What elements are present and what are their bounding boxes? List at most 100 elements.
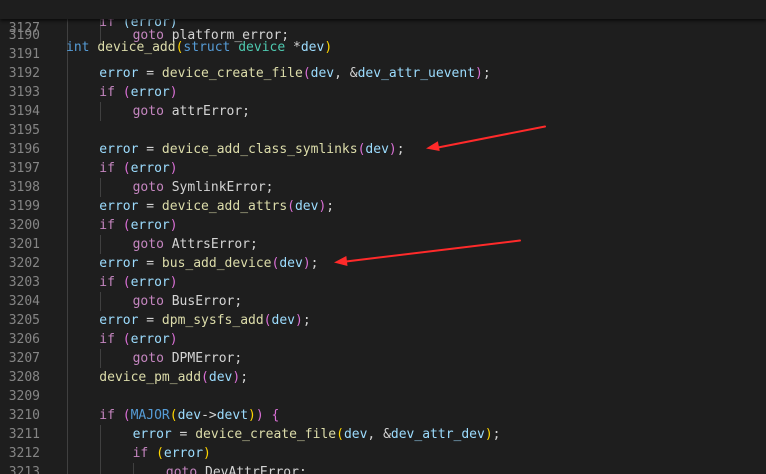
indent-guide <box>66 140 68 159</box>
indent-guide <box>66 406 68 425</box>
code-token: = <box>138 142 162 157</box>
code-token: dev <box>365 142 389 157</box>
code-text: if (error) <box>99 83 177 102</box>
code-text: error = device_add_class_symlinks(dev); <box>99 140 404 159</box>
line-number: 3194 <box>8 104 40 119</box>
code-line[interactable]: 3192 error = device_create_file(dev, &dev… <box>0 64 766 83</box>
code-text: if (error) <box>99 159 177 178</box>
code-token: devt <box>216 408 249 423</box>
code-token: ( <box>263 313 272 328</box>
indent-guide <box>66 387 68 406</box>
code-token: = <box>171 427 196 442</box>
code-token: error <box>130 275 170 290</box>
code-token: if <box>99 275 115 290</box>
code-text: goto attrError; <box>133 102 250 121</box>
code-line[interactable]: 3198 goto SymlinkError; <box>0 178 766 197</box>
indent-guide <box>99 235 101 254</box>
indent-guide <box>66 425 68 444</box>
code-token: error <box>99 66 139 81</box>
code-token: -> <box>201 408 217 423</box>
indent-guide <box>66 64 68 83</box>
code-token: dev <box>279 256 303 271</box>
code-line[interactable]: 3204 goto BusError; <box>0 292 766 311</box>
code-token: = <box>138 313 162 328</box>
line-number: 3197 <box>8 161 40 176</box>
indent-guide <box>66 368 68 387</box>
code-line[interactable]: 3199 error = device_add_attrs(dev); <box>0 197 766 216</box>
code-line[interactable]: 3197 if (error) <box>0 159 766 178</box>
code-line[interactable]: 3208 device_pm_add(dev); <box>0 368 766 387</box>
code-line[interactable]: 3202 error = bus_add_device(dev); <box>0 254 766 273</box>
code-token: DevAttrError; <box>197 465 307 474</box>
code-token: ( <box>122 332 131 347</box>
line-number: 3210 <box>8 408 40 423</box>
code-token: device_create_file <box>161 66 303 81</box>
line-number: 3202 <box>8 256 40 271</box>
code-line[interactable]: 3193 if (error) <box>0 83 766 102</box>
code-line[interactable]: 3200 if (error) <box>0 216 766 235</box>
code-token: SymlinkError; <box>163 180 274 195</box>
code-token: dev <box>300 40 325 55</box>
code-line[interactable]: 3210 if (MAJOR(dev->devt)) { <box>0 406 766 425</box>
line-number: 3206 <box>8 332 40 347</box>
code-token: goto <box>132 180 164 195</box>
code-editor[interactable]: 3127 int device_add(struct device *dev) … <box>0 0 766 474</box>
code-token: dpm_sysfs_add <box>161 313 264 328</box>
code-token: ( <box>122 161 131 176</box>
code-token: ) <box>324 40 333 55</box>
line-number: 3195 <box>8 123 40 138</box>
code-token: error <box>130 332 170 347</box>
code-token: ) <box>169 161 178 176</box>
code-line[interactable]: 3213 goto DevAttrError; <box>0 463 766 474</box>
code-line[interactable]: 3194 goto attrError; <box>0 102 766 121</box>
code-line[interactable]: 3209 <box>0 387 766 406</box>
code-line[interactable]: 3211 error = device_create_file(dev, &dev… <box>0 425 766 444</box>
code-line[interactable]: 3205 error = dpm_sysfs_add(dev); <box>0 311 766 330</box>
code-line[interactable]: 3195 <box>0 121 766 140</box>
code-token: if <box>99 332 115 347</box>
code-text: if (error) <box>133 444 211 463</box>
indent-guide <box>66 463 68 474</box>
indent-guide <box>132 463 134 474</box>
code-token: if <box>99 161 115 176</box>
code-text: goto BusError; <box>133 292 243 311</box>
line-number: 3203 <box>8 275 40 290</box>
code-token: = <box>138 66 162 81</box>
code-text: device_pm_add(dev); <box>99 368 248 387</box>
code-text: if (error) <box>99 330 177 349</box>
code-line[interactable]: 3201 goto AttrsError; <box>0 235 766 254</box>
code-line[interactable]: 3206 if (error) <box>0 330 766 349</box>
code-token: ; <box>492 427 501 442</box>
line-number: 3213 <box>8 465 40 474</box>
indent-guide <box>99 292 101 311</box>
code-token: ; <box>302 313 311 328</box>
line-number: 3198 <box>8 180 40 195</box>
code-text: error = device_add_attrs(dev); <box>99 197 334 216</box>
code-token: ( <box>201 370 209 385</box>
code-token: ) <box>388 142 397 157</box>
line-number: 3205 <box>8 313 40 328</box>
code-line[interactable]: 3196 error = device_add_class_symlinks(de… <box>0 140 766 159</box>
indent-guide <box>66 83 68 102</box>
code-text: error = device_create_file(dev, &dev_att… <box>99 64 490 83</box>
line-number: 3200 <box>8 218 40 233</box>
code-token: device <box>238 40 286 55</box>
indent-guide <box>66 159 68 178</box>
indent-guide <box>99 463 101 474</box>
code-line[interactable]: 3203 if (error) <box>0 273 766 292</box>
code-text: goto AttrsError; <box>133 235 258 254</box>
code-token: ) <box>169 275 178 290</box>
code-token: error <box>130 218 170 233</box>
code-token: goto <box>132 351 164 366</box>
code-token: ; <box>482 66 491 81</box>
code-token: ( <box>156 446 164 461</box>
code-line[interactable]: 3207 goto DPMError; <box>0 349 766 368</box>
sticky-scroll-header[interactable]: 3127 int device_add(struct device *dev) <box>0 0 766 55</box>
code-line[interactable]: 3212 if (error) <box>0 444 766 463</box>
code-token: ( <box>122 85 131 100</box>
code-token: ) <box>294 313 303 328</box>
line-number: 3209 <box>8 389 40 404</box>
